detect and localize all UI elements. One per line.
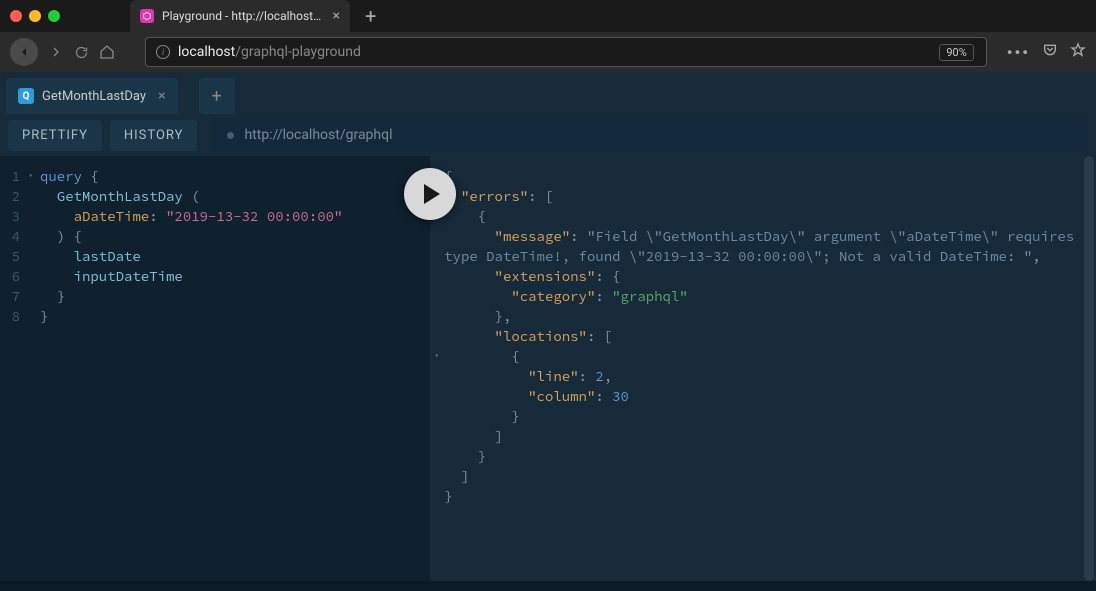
line-number: 6 xyxy=(0,266,20,286)
reload-button[interactable] xyxy=(74,45,89,60)
line-number: 7 xyxy=(0,286,20,306)
bottom-bar xyxy=(0,581,1096,591)
status-dot-icon xyxy=(227,132,234,139)
back-button[interactable] xyxy=(10,38,38,66)
tab-strip: Playground - http://localhost/gr × + xyxy=(0,0,1096,32)
toolbar-icons: ••• xyxy=(1007,42,1086,62)
browser-chrome: Playground - http://localhost/gr × + i l… xyxy=(0,0,1096,72)
graphql-playground-app: Q GetMonthLastDay × + PRETTIFY HISTORY h… xyxy=(0,72,1096,591)
browser-tab[interactable]: Playground - http://localhost/gr × xyxy=(130,0,350,32)
scrollbar[interactable] xyxy=(1084,156,1094,581)
line-number: 3 xyxy=(0,206,20,226)
response-code: { "errors": [ { "message": "Field \"GetM… xyxy=(440,156,1096,581)
plus-icon: + xyxy=(211,86,221,107)
close-tab-icon[interactable]: × xyxy=(333,8,340,24)
site-info-icon[interactable]: i xyxy=(156,45,170,59)
endpoint-input[interactable]: http://localhost/graphql xyxy=(213,118,1088,152)
query-code: query { GetMonthLastDay ( aDateTime: "20… xyxy=(40,156,352,581)
browser-tab-title: Playground - http://localhost/gr xyxy=(162,9,325,23)
query-editor[interactable]: 1 2 3 4 5 6 7 8 ▾ query { GetMonthLastDa… xyxy=(0,156,430,581)
bookmark-star-icon[interactable] xyxy=(1070,42,1086,62)
history-button[interactable]: HISTORY xyxy=(110,120,198,151)
url-bar[interactable]: i localhost/graphql-playground 90% xyxy=(145,37,987,67)
new-browser-tab-button[interactable]: + xyxy=(365,4,376,28)
toolbar-row: PRETTIFY HISTORY http://localhost/graphq… xyxy=(0,114,1096,156)
new-app-tab-button[interactable]: + xyxy=(199,78,235,114)
line-number: 1 xyxy=(0,166,20,186)
line-gutter: 1 2 3 4 5 6 7 8 xyxy=(0,156,28,581)
tab-getmonthlastday[interactable]: Q GetMonthLastDay × xyxy=(6,78,178,114)
editor-panes: 1 2 3 4 5 6 7 8 ▾ query { GetMonthLastDa… xyxy=(0,156,1096,581)
line-number: 2 xyxy=(0,186,20,206)
window-controls xyxy=(10,10,60,22)
minimize-window-button[interactable] xyxy=(29,10,41,22)
app-tab-label: GetMonthLastDay xyxy=(42,89,146,104)
line-number: 8 xyxy=(0,306,20,326)
endpoint-url: http://localhost/graphql xyxy=(244,127,392,143)
app-tabs-row: Q GetMonthLastDay × + xyxy=(0,72,1096,114)
url-text: localhost/graphql-playground xyxy=(178,44,931,60)
line-number: 5 xyxy=(0,246,20,266)
forward-button[interactable] xyxy=(48,44,64,60)
prettify-button[interactable]: PRETTIFY xyxy=(8,120,102,151)
maximize-window-button[interactable] xyxy=(48,10,60,22)
page-actions-icon[interactable]: ••• xyxy=(1007,43,1030,62)
query-badge-icon: Q xyxy=(18,88,34,104)
nav-bar: i localhost/graphql-playground 90% ••• xyxy=(0,32,1096,72)
home-button[interactable] xyxy=(99,44,115,60)
line-number: 4 xyxy=(0,226,20,246)
graphql-favicon-icon xyxy=(140,9,154,23)
response-viewer[interactable]: ▾▾▾▾ { "errors": [ { "message": "Field \… xyxy=(430,156,1096,581)
close-app-tab-icon[interactable]: × xyxy=(158,88,165,104)
play-icon xyxy=(422,183,442,205)
pocket-icon[interactable] xyxy=(1042,42,1058,62)
zoom-badge[interactable]: 90% xyxy=(939,44,973,61)
execute-query-button[interactable] xyxy=(404,168,456,220)
close-window-button[interactable] xyxy=(10,10,22,22)
fold-gutter: ▾ xyxy=(28,156,40,581)
